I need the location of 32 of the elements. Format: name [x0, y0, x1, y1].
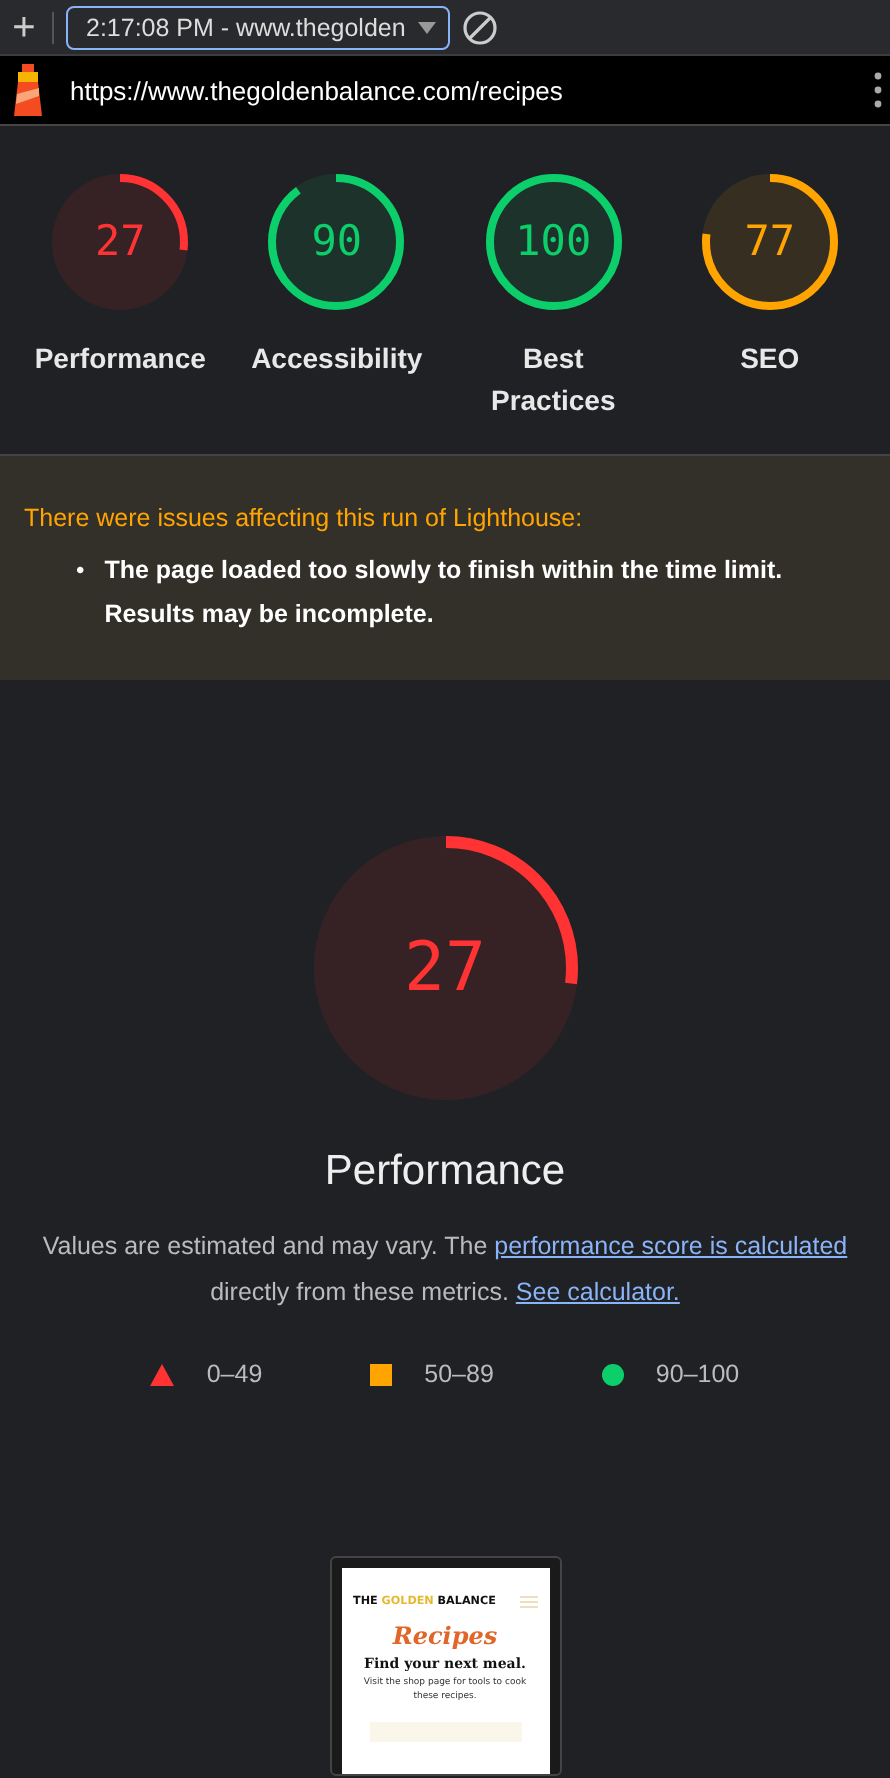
caret-icon — [417, 21, 436, 33]
legend-range: 50–89 — [424, 1360, 494, 1388]
category-label: SEO — [740, 340, 800, 378]
score-gauge[interactable] — [481, 170, 626, 314]
score-gauge[interactable] — [48, 170, 193, 314]
lighthouse-icon — [12, 64, 44, 116]
more-icon[interactable] — [874, 72, 882, 108]
score-description: Values are estimated and may vary. The performance score is calculated directly from these metrics. See calculator. — [40, 1230, 850, 1310]
warning-item: The page loaded too slowly to finish within the time limit. Results may be incomplete. — [104, 554, 785, 632]
legend-range: 0–49 — [206, 1360, 263, 1388]
menu-icon — [519, 1596, 537, 1608]
category-label: Accessibility — [251, 340, 423, 378]
score-gauge[interactable] — [697, 170, 842, 314]
score-value: 90 — [311, 221, 363, 263]
clear-icon[interactable] — [461, 9, 498, 45]
page-heading: Recipes — [390, 1622, 500, 1650]
calculator-link[interactable]: See calculator. — [515, 1278, 680, 1306]
warning-title: There were issues affecting this run of Lighthouse: — [24, 504, 585, 532]
bullet: • — [76, 554, 85, 588]
category-label: Best Practices — [488, 340, 618, 420]
score-value: 27 — [94, 221, 146, 263]
add-icon[interactable]: + — [8, 7, 40, 47]
category-label: Performance — [34, 340, 206, 378]
legend-range: 90–100 — [655, 1360, 740, 1388]
score-value: 77 — [744, 221, 796, 263]
score-calculation-link[interactable]: performance score is calculated — [494, 1232, 848, 1260]
page-url: https://www.thegoldenbalance.com/recipes — [70, 75, 565, 105]
score-gauge[interactable] — [264, 170, 409, 314]
session-dropdown[interactable]: 2:17:08 PM - www.thegolden — [66, 5, 450, 49]
score-value: 27 — [404, 934, 486, 1002]
category-title: Performance — [324, 1148, 566, 1196]
score-value: 100 — [515, 221, 592, 263]
